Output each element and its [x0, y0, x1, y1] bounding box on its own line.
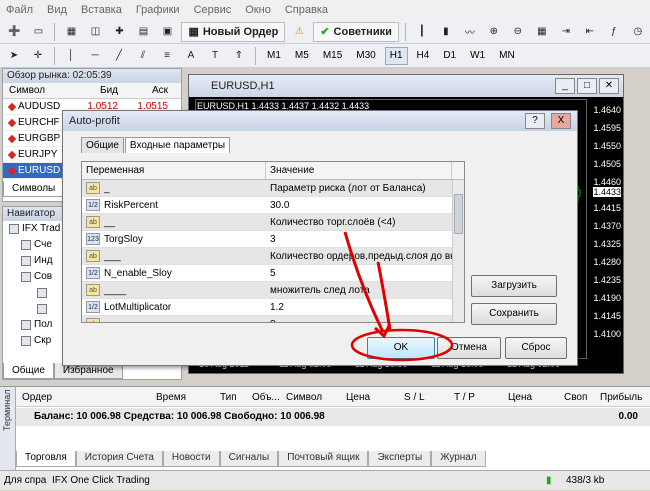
col-symbol[interactable]: Символ [286, 392, 322, 403]
terminal-side-label: Терминал [2, 389, 12, 431]
col-price2[interactable]: Цена [508, 392, 532, 403]
balance-text: Баланс: 10 006.98 Средства: 10 006.98 Св… [34, 411, 325, 422]
annotation-arrow [376, 261, 392, 331]
status-profile: IFX One Click Trading [52, 475, 150, 486]
tab-signals[interactable]: Сигналы [219, 451, 279, 467]
col-type[interactable]: Тип [220, 392, 237, 403]
tab-mailbox[interactable]: Почтовый ящик [278, 451, 369, 467]
tab-news[interactable]: Новости [162, 451, 220, 467]
status-help: Для спра [4, 475, 47, 486]
terminal-tabs: Торговля История Счета Новости Сигналы П… [16, 451, 650, 467]
tab-experts[interactable]: Эксперты [368, 451, 432, 467]
col-swap[interactable]: Своп [564, 392, 587, 403]
tab-trade[interactable]: Торговля [16, 451, 76, 467]
tab-journal[interactable]: Журнал [431, 451, 486, 467]
col-volume[interactable]: Объ... [252, 392, 280, 403]
terminal-side: Терминал [0, 387, 16, 471]
tab-history[interactable]: История Счета [75, 451, 163, 467]
annotation-ellipse [350, 328, 454, 362]
annotation-arrow [343, 231, 385, 333]
col-sl[interactable]: S / L [404, 392, 425, 403]
status-traffic: 438/3 kb [566, 475, 605, 486]
col-time[interactable]: Время [156, 392, 186, 403]
terminal-header: Ордер Время Тип Объ... Символ Цена S / L… [16, 387, 650, 407]
col-tp[interactable]: T / P [454, 392, 475, 403]
col-price[interactable]: Цена [346, 392, 370, 403]
col-order[interactable]: Ордер [22, 392, 52, 403]
col-profit[interactable]: Прибыль [600, 392, 642, 403]
total-profit: 0.00 [618, 411, 638, 422]
status-bar: Для спра IFX One Click Trading 438/3 kb … [0, 470, 650, 490]
connection-icon: ▮ [546, 475, 552, 486]
balance-row[interactable]: Баланс: 10 006.98 Средства: 10 006.98 Св… [16, 408, 650, 426]
